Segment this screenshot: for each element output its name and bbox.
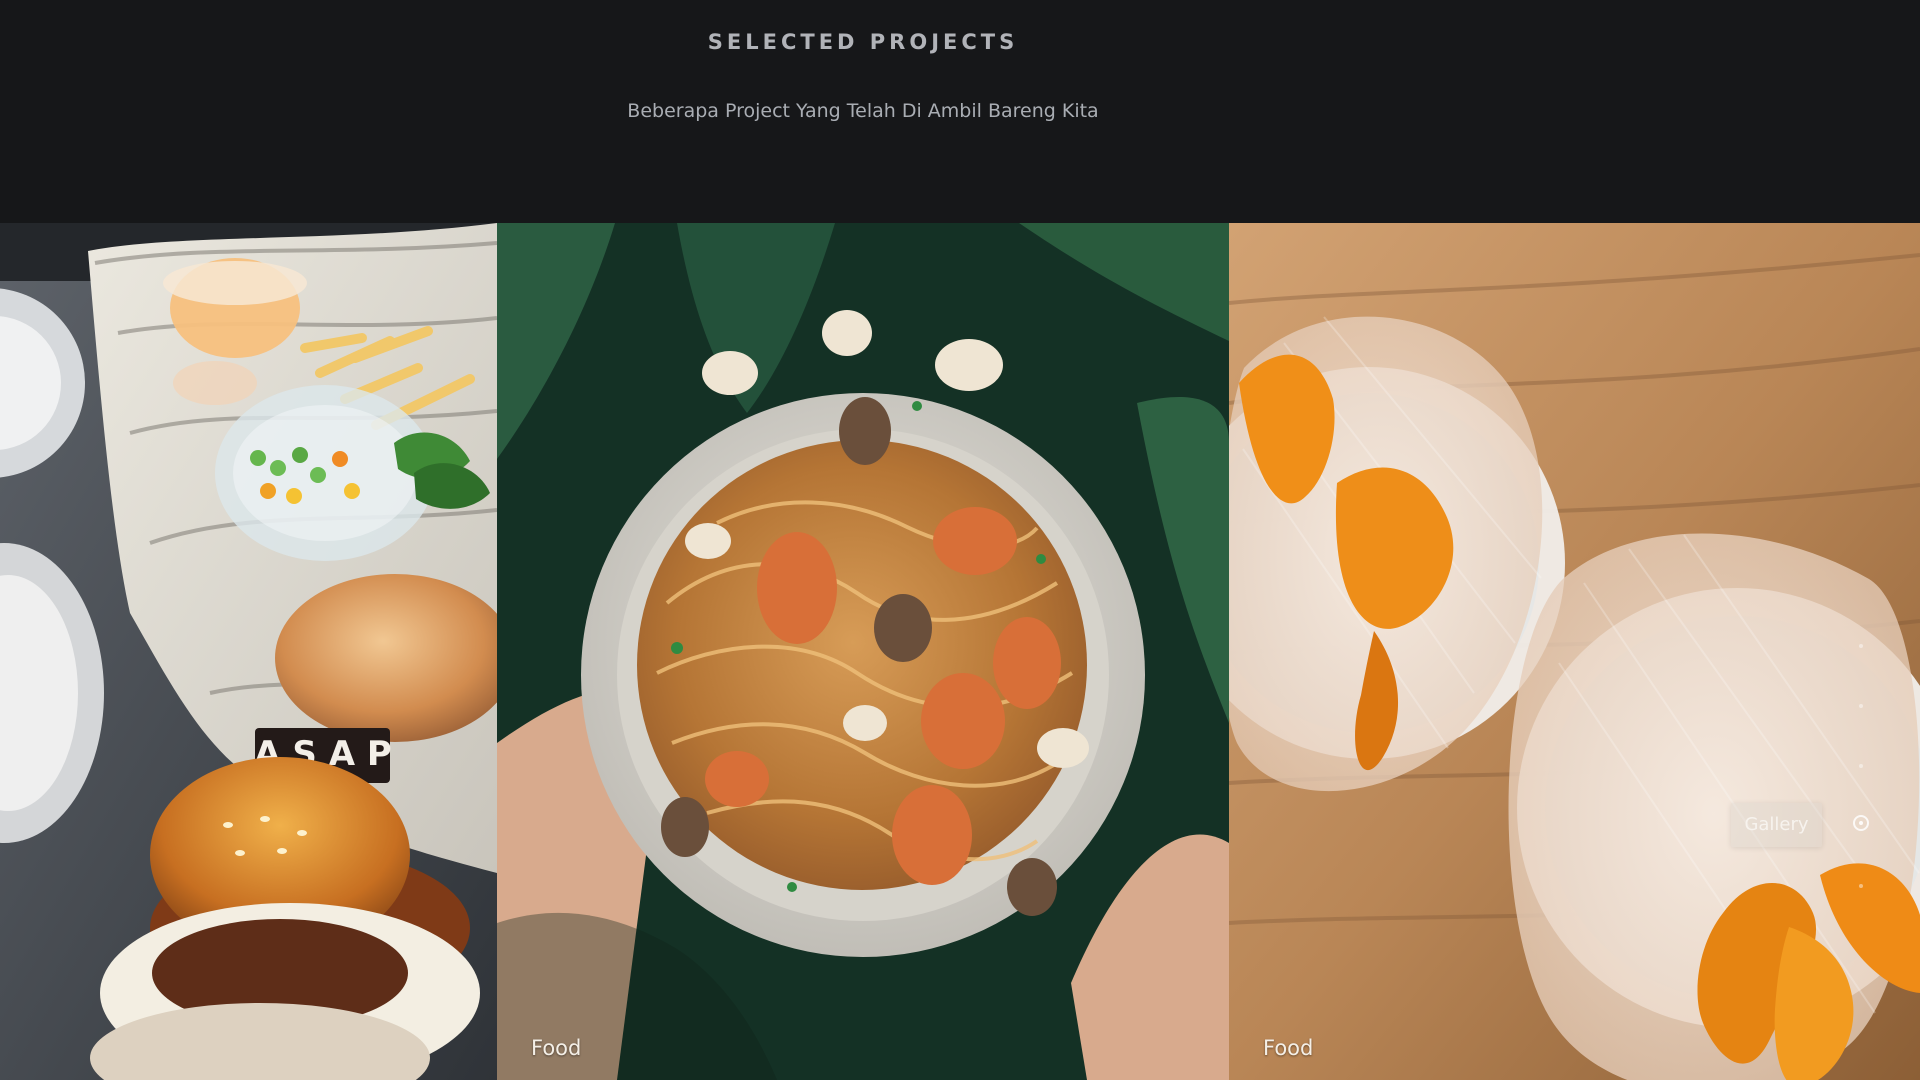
noodles-photo-icon: [497, 223, 1229, 1080]
gallery-button[interactable]: Gallery: [1731, 803, 1822, 847]
gift-bowls-photo-icon: [1229, 223, 1920, 1080]
project-gallery: A S A P Food Food Gallery: [0, 223, 1920, 1080]
burger-photo-icon: A S A P: [0, 223, 497, 1080]
section-title: SELECTED PROJECTS: [707, 30, 1019, 54]
gallery-side-navigation: [1853, 644, 1869, 888]
project-card-gift-bowls[interactable]: Food: [1229, 223, 1920, 1080]
gallery-nav-dot[interactable]: [1859, 884, 1863, 888]
gallery-nav-dot[interactable]: [1859, 764, 1863, 768]
project-card-label: Food: [531, 1036, 582, 1060]
section-subtitle: Beberapa Project Yang Telah Di Ambil Bar…: [627, 100, 1099, 122]
gallery-nav-dot-active[interactable]: [1853, 815, 1869, 831]
gallery-nav-dot[interactable]: [1859, 644, 1863, 648]
project-card-burger[interactable]: A S A P: [0, 223, 497, 1080]
projects-header: SELECTED PROJECTS Beberapa Project Yang …: [0, 0, 1920, 223]
gallery-nav-dot[interactable]: [1859, 704, 1863, 708]
project-card-noodles[interactable]: Food: [497, 223, 1229, 1080]
selected-projects-page: SELECTED PROJECTS Beberapa Project Yang …: [0, 0, 1920, 1080]
project-card-label: Food: [1263, 1036, 1314, 1060]
